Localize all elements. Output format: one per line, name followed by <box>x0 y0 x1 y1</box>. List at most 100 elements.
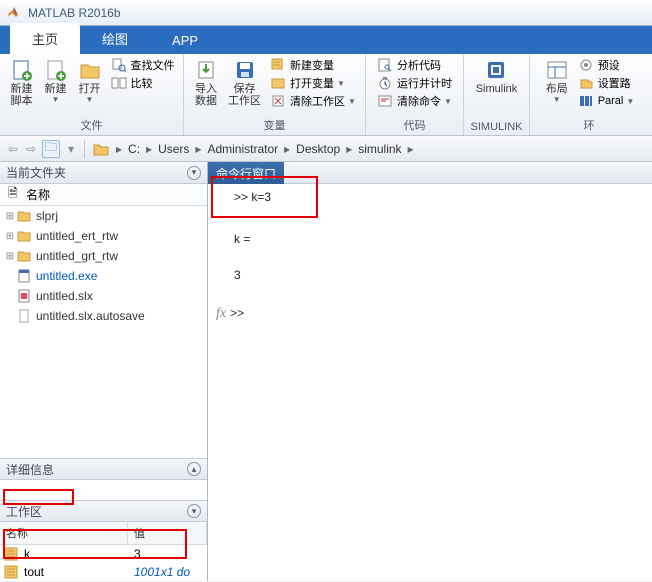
panel-menu-button[interactable]: ▾ <box>187 504 201 518</box>
file-row[interactable]: untitled.slx.autosave <box>0 306 207 326</box>
path-icon <box>578 75 594 91</box>
analyze-code-button[interactable]: 分析代码 <box>373 56 456 74</box>
open-var-button[interactable]: 打开变量▼ <box>266 74 360 92</box>
command-window-header: 命令行窗口 <box>208 162 284 184</box>
open-var-icon <box>270 75 286 91</box>
folder-icon <box>16 248 32 264</box>
workspace-table: 名称 值 k 3 tout 1001x1 do <box>0 522 207 581</box>
file-row[interactable]: untitled.slx <box>0 286 207 306</box>
autosave-icon <box>16 308 32 324</box>
simulink-icon <box>484 58 508 82</box>
file-list: ⊞slprj ⊞untitled_ert_rtw ⊞untitled_grt_r… <box>0 206 207 458</box>
file-list-header: 🗎 名称 <box>0 184 207 206</box>
chevron-down-icon: ▼ <box>444 97 452 106</box>
back-button[interactable]: ⇦ <box>4 140 22 158</box>
name-column-header[interactable]: 名称 <box>26 186 50 203</box>
tab-app[interactable]: APP <box>150 27 220 54</box>
command-window[interactable]: >> k=3 k = 3 fx >> <box>208 184 652 581</box>
ribbon-group-file-label: 文件 <box>4 116 179 135</box>
ws-value-header[interactable]: 值 <box>128 522 207 544</box>
crumb-simulink[interactable]: simulink <box>355 142 404 156</box>
chevron-down-icon: ▼ <box>553 95 561 104</box>
folder-icon <box>93 142 109 156</box>
new-script-icon <box>10 58 34 82</box>
new-var-icon <box>270 57 286 73</box>
crumb-admin[interactable]: Administrator <box>204 142 281 156</box>
prefs-button[interactable]: 预设 <box>574 56 639 74</box>
ribbon-group-simulink-label: SIMULINK <box>468 120 525 135</box>
ribbon-group-env-label: 环 <box>534 116 644 135</box>
import-data-button[interactable]: 导入 数据 <box>189 56 223 109</box>
clear-cmd-icon <box>377 93 393 109</box>
chevron-down-icon: ▼ <box>337 79 345 88</box>
run-time-button[interactable]: 运行并计时 <box>373 74 456 92</box>
new-button[interactable]: 新建 ▼ <box>39 56 73 106</box>
matlab-logo-icon <box>6 5 22 21</box>
crumb-drive[interactable]: C: <box>125 142 143 156</box>
analyze-icon <box>377 57 393 73</box>
tab-home[interactable]: 主页 <box>10 23 80 54</box>
file-row[interactable]: untitled.exe <box>0 266 207 286</box>
gear-icon <box>578 57 594 73</box>
crumb-users[interactable]: Users <box>155 142 192 156</box>
layout-button[interactable]: 布局 ▼ <box>540 56 574 106</box>
simulink-button[interactable]: Simulink <box>471 56 523 97</box>
ribbon-group-code-label: 代码 <box>370 116 459 135</box>
file-row[interactable]: ⊞slprj <box>0 206 207 226</box>
parallel-icon <box>578 93 594 109</box>
window-title: MATLAB R2016b <box>28 6 121 20</box>
ws-name-header[interactable]: 名称 <box>0 522 128 544</box>
up-button[interactable]: 🗀 <box>42 140 60 158</box>
details-header: 详细信息 ▴ <box>0 458 207 480</box>
new-icon <box>44 58 68 82</box>
ribbon-group-var-label: 变量 <box>188 116 361 135</box>
clear-workspace-button[interactable]: 清除工作区▼ <box>266 92 360 110</box>
cmd-output: k = <box>216 230 644 248</box>
new-var-button[interactable]: 新建变量 <box>266 56 360 74</box>
left-sidebar: 当前文件夹 ▾ 🗎 名称 ⊞slprj ⊞untitled_ert_rtw ⊞u… <box>0 162 208 581</box>
history-button[interactable]: ▾ <box>62 140 80 158</box>
cmd-input-line: >> k=3 <box>216 188 644 206</box>
chevron-down-icon: ▼ <box>52 95 60 104</box>
fx-icon[interactable]: fx <box>216 306 226 321</box>
tab-plot[interactable]: 绘图 <box>80 23 150 54</box>
layout-icon <box>545 58 569 82</box>
cmd-prompt: >> <box>230 306 244 320</box>
save-icon <box>233 58 257 82</box>
path-toolbar: ⇦ ⇨ 🗀 ▾ ▸ C:▸ Users▸ Administrator▸ Desk… <box>0 136 652 162</box>
cmd-output: 3 <box>216 266 644 284</box>
open-button[interactable]: 打开 ▼ <box>73 56 107 106</box>
file-row[interactable]: ⊞untitled_ert_rtw <box>0 226 207 246</box>
panel-collapse-button[interactable]: ▴ <box>187 462 201 476</box>
panel-menu-button[interactable]: ▾ <box>187 166 201 180</box>
save-workspace-button[interactable]: 保存 工作区 <box>223 56 266 109</box>
find-files-button[interactable]: 查找文件 <box>107 56 179 74</box>
command-window-panel: 命令行窗口 >> k=3 k = 3 fx >> <box>208 162 652 581</box>
runtime-icon <box>377 75 393 91</box>
find-files-icon <box>111 57 127 73</box>
file-icon-col: 🗎 <box>8 184 26 205</box>
slx-icon <box>16 288 32 304</box>
ws-row-tout[interactable]: tout 1001x1 do <box>0 563 207 581</box>
chevron-down-icon: ▼ <box>86 95 94 104</box>
breadcrumb: ▸ C:▸ Users▸ Administrator▸ Desktop▸ sim… <box>113 142 417 156</box>
forward-button[interactable]: ⇨ <box>22 140 40 158</box>
new-script-button[interactable]: 新建 脚本 <box>5 56 39 109</box>
chevron-down-icon: ▼ <box>626 97 634 106</box>
exe-icon <box>16 268 32 284</box>
open-icon <box>78 58 102 82</box>
parallel-button[interactable]: Paral▼ <box>574 92 639 110</box>
folder-icon <box>16 228 32 244</box>
import-icon <box>194 58 218 82</box>
ws-row-k[interactable]: k 3 <box>0 545 207 563</box>
compare-button[interactable]: 比较 <box>107 74 179 92</box>
crumb-desktop[interactable]: Desktop <box>293 142 343 156</box>
var-icon <box>4 547 18 561</box>
clear-cmd-button[interactable]: 清除命令▼ <box>373 92 456 110</box>
current-folder-header: 当前文件夹 ▾ <box>0 162 207 184</box>
setpath-button[interactable]: 设置路 <box>574 74 639 92</box>
ribbon-tabs: 主页 绘图 APP <box>0 26 652 54</box>
workspace-header: 工作区 ▾ <box>0 500 207 522</box>
folder-icon <box>16 208 32 224</box>
file-row[interactable]: ⊞untitled_grt_rtw <box>0 246 207 266</box>
